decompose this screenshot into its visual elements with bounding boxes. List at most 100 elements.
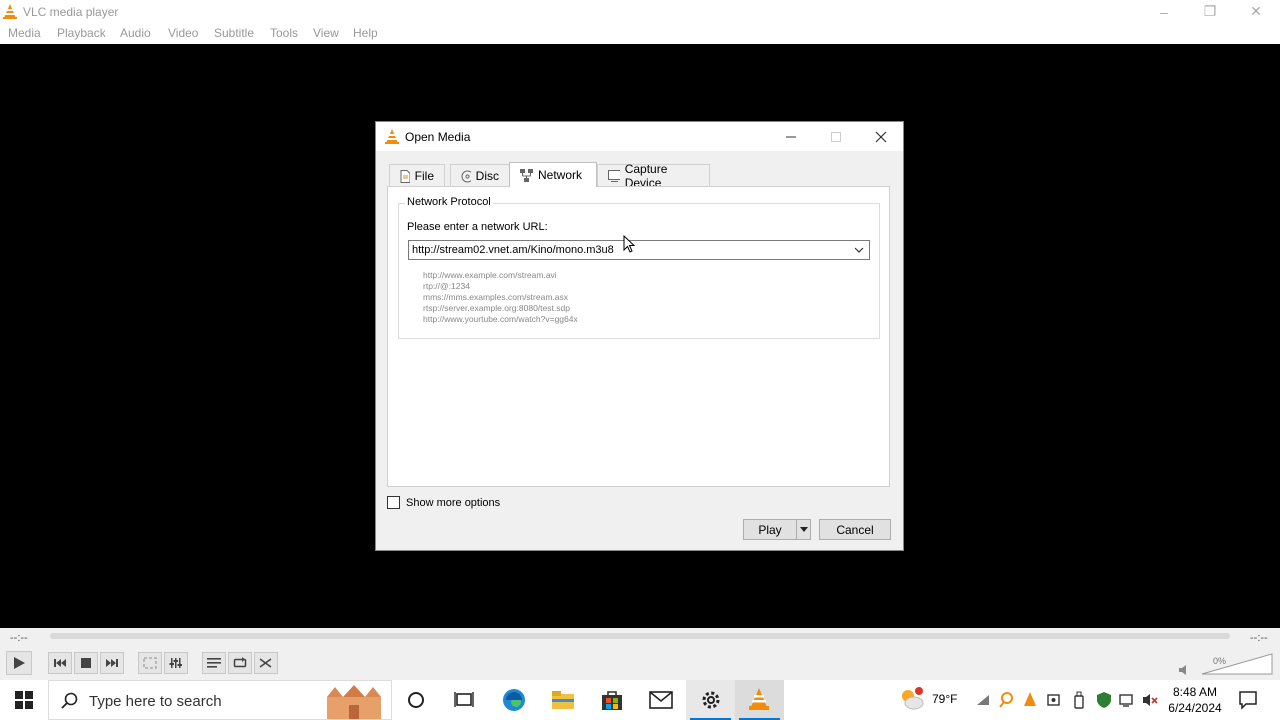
play-options-dropdown[interactable] [796, 520, 810, 539]
minimize-button[interactable]: – [1141, 0, 1187, 23]
network-url-value[interactable]: http://stream02.vnet.am/Kino/mono.m3u8 [412, 244, 614, 256]
chevron-down-icon[interactable] [852, 243, 866, 257]
url-label: Please enter a network URL: [407, 221, 548, 233]
file-explorer-button[interactable] [551, 688, 575, 712]
speaker-icon[interactable] [1178, 664, 1190, 676]
shuffle-button[interactable] [254, 652, 278, 674]
play-button[interactable]: Play [743, 519, 811, 540]
menu-tools[interactable]: Tools [270, 26, 298, 40]
maximize-icon [830, 131, 841, 142]
clock-date: 6/24/2024 [1168, 701, 1222, 715]
tab-network-label: Network [538, 168, 583, 182]
store-button[interactable] [600, 688, 624, 712]
dialog-minimize-button[interactable] [768, 122, 813, 151]
loop-button[interactable] [228, 652, 252, 674]
edge-icon [503, 689, 525, 711]
vlc-title-bar: VLC media player – ❐ ✕ [0, 0, 1280, 23]
taskbar-search[interactable]: Type here to search [48, 680, 392, 720]
edge-button[interactable] [502, 688, 526, 712]
next-icon [106, 659, 118, 667]
tab-disc[interactable]: Disc [450, 164, 510, 187]
close-button[interactable]: ✕ [1233, 0, 1279, 23]
shuffle-icon [259, 658, 272, 668]
network-url-combobox[interactable]: http://stream02.vnet.am/Kino/mono.m3u8 [408, 240, 870, 260]
stop-button[interactable] [74, 652, 98, 674]
volume-slider[interactable] [1200, 652, 1274, 676]
menu-help[interactable]: Help [353, 26, 378, 40]
mail-icon [649, 691, 673, 709]
equalizer-icon [169, 658, 182, 668]
fullscreen-button[interactable] [138, 652, 162, 674]
search-icon [61, 692, 78, 709]
network-tray-icon[interactable] [976, 694, 990, 706]
dialog-maximize-button[interactable] [813, 122, 858, 151]
restore-button[interactable]: ❐ [1187, 0, 1233, 23]
volume-level: 0% [1213, 656, 1227, 666]
start-button[interactable] [12, 688, 36, 712]
url-example: http://www.example.com/stream.avi [423, 270, 557, 280]
menu-view[interactable]: View [313, 26, 339, 40]
url-example: rtsp://server.example.org:8080/test.sdp [423, 303, 570, 313]
show-more-options-checkbox[interactable] [387, 496, 400, 509]
previous-button[interactable] [48, 652, 72, 674]
vlc-taskbar-button[interactable] [735, 680, 784, 720]
tab-file-label: File [414, 169, 434, 183]
vlc-cone-icon [385, 129, 399, 147]
tab-disc-label: Disc [475, 169, 499, 183]
seek-bar[interactable] [50, 633, 1230, 639]
extended-settings-button[interactable] [164, 652, 188, 674]
open-media-dialog: Open Media File Disc Network Capture Dev… [375, 121, 904, 551]
meet-tray-icon[interactable] [1047, 692, 1063, 708]
next-button[interactable] [100, 652, 124, 674]
tab-file[interactable]: File [389, 164, 445, 187]
dialog-close-button[interactable] [858, 122, 903, 151]
network-icon [520, 168, 533, 182]
notifications-icon[interactable] [1238, 690, 1258, 710]
usb-tray-icon[interactable] [1072, 691, 1086, 709]
cancel-button[interactable]: Cancel [819, 519, 891, 540]
folder-icon [552, 691, 574, 709]
remaining-time: --:-- [1250, 632, 1268, 644]
network-tab-panel: Network Protocol Please enter a network … [387, 186, 890, 487]
group-title: Network Protocol [405, 196, 493, 208]
loop-icon [233, 657, 247, 668]
stop-icon [81, 658, 91, 668]
vlc-tray-icon[interactable] [1023, 692, 1037, 708]
mouse-cursor-icon [623, 235, 635, 253]
task-view-button[interactable] [452, 688, 476, 712]
network-protocol-group: Network Protocol Please enter a network … [398, 196, 880, 339]
tab-network[interactable]: Network [509, 162, 597, 187]
playlist-button[interactable] [202, 652, 226, 674]
mail-button[interactable] [649, 688, 673, 712]
wifi-tray-icon[interactable] [1119, 692, 1135, 708]
menu-audio[interactable]: Audio [120, 26, 151, 40]
tab-capture-device[interactable]: Capture Device [597, 162, 710, 190]
security-tray-icon[interactable] [1096, 691, 1112, 709]
settings-button[interactable] [686, 680, 735, 720]
play-icon [14, 657, 25, 669]
weather-temperature[interactable]: 79°F [932, 692, 957, 706]
volume-muted-tray-icon[interactable] [1142, 692, 1158, 708]
capture-device-icon [608, 170, 620, 182]
url-example: http://www.yourtube.com/watch?v=gg64x [423, 314, 578, 324]
weather-icon[interactable] [900, 687, 924, 711]
menu-subtitle[interactable]: Subtitle [214, 26, 254, 40]
cortana-button[interactable] [404, 688, 428, 712]
menu-playback[interactable]: Playback [57, 26, 106, 40]
play-control-button[interactable] [6, 651, 32, 675]
player-controls: --:-- --:-- 0% [0, 628, 1280, 680]
close-icon [875, 131, 886, 142]
menu-media[interactable]: Media [8, 26, 41, 40]
menu-video[interactable]: Video [168, 26, 198, 40]
windows-logo-icon [15, 691, 33, 709]
window-title: VLC media player [23, 5, 119, 19]
task-view-icon [454, 692, 474, 707]
taskbar-clock[interactable]: 8:48 AM 6/24/2024 [1160, 684, 1230, 716]
vlc-cone-icon [749, 688, 769, 710]
search-tray-icon[interactable] [999, 692, 1013, 708]
minimize-icon [785, 136, 796, 137]
show-more-options[interactable]: Show more options [387, 496, 500, 509]
dropdown-arrow-icon [799, 527, 808, 532]
menu-bar: Media Playback Audio Video Subtitle Tool… [0, 23, 1280, 44]
vlc-cone-icon [3, 4, 17, 22]
